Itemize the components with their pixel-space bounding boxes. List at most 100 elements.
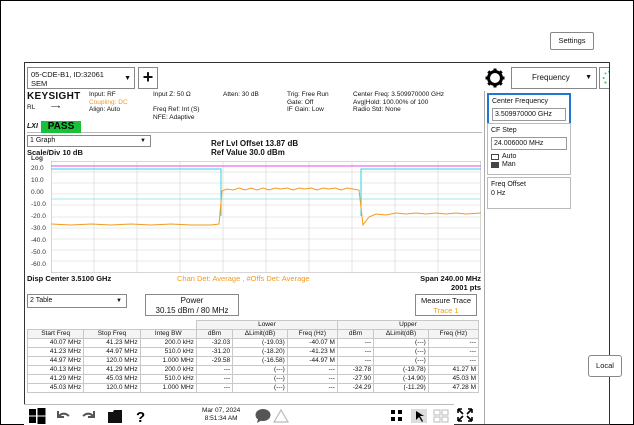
- grid-layout-icon[interactable]: [388, 408, 406, 424]
- message-bubble-icon[interactable]: [254, 408, 272, 424]
- span-label: Span 240.00 MHz 2001 pts: [415, 274, 481, 292]
- center-frequency-input[interactable]: 3.509970000 GHz: [492, 108, 566, 121]
- measure-trace-value: Trace 1: [433, 306, 459, 315]
- column-header: dBm: [336, 329, 375, 339]
- cf-step-softkey[interactable]: CF Step 24.006000 MHz Auto Man: [487, 123, 571, 175]
- add-screen-button[interactable]: +: [138, 67, 158, 89]
- table-cell: (-11.29): [373, 383, 429, 393]
- y-tick: -60.0: [31, 261, 46, 268]
- column-header: Freq (Hz): [427, 329, 480, 339]
- table-cell: ---: [427, 347, 480, 357]
- table-cell: ---: [336, 356, 375, 366]
- table-cell: 120.0 MHz: [83, 383, 141, 393]
- table-cell: 1.000 MHz: [139, 383, 197, 393]
- lower-group-header: Lower: [195, 320, 338, 330]
- table-cell: -24.29: [336, 383, 375, 393]
- dropdown-arrow-icon: ▼: [585, 74, 592, 81]
- power-label: Power: [180, 296, 204, 305]
- table-cell: 40.07 MHz: [26, 338, 85, 348]
- svg-text:?: ?: [136, 409, 145, 424]
- date-label: Mar 07, 2024: [202, 407, 241, 414]
- measure-menu-select[interactable]: Frequency ▼: [511, 67, 597, 89]
- table-cell: ---: [195, 365, 234, 375]
- touch-select-icon[interactable]: [410, 408, 428, 424]
- ref-value-label: Ref Value 30.0 dBm: [211, 148, 285, 157]
- table-cell: ---: [195, 374, 234, 384]
- ref-offset-label: Ref Lvl Offset 13.87 dB: [211, 139, 299, 148]
- auto-man-toggle[interactable]: Auto Man: [491, 153, 567, 169]
- measure-trace-button[interactable]: Measure Trace Trace 1: [415, 294, 477, 316]
- local-button[interactable]: Local: [588, 355, 622, 377]
- table-row[interactable]: 40.07 MHz 41.23 MHz 200.0 kHz -32.03 (-19.03…: [26, 338, 480, 348]
- span-value: Span 240.00 MHz: [420, 274, 481, 283]
- auto-label: Auto: [502, 153, 517, 160]
- table-cell: -31.20: [195, 347, 234, 357]
- input-z-status: Input Z: 50 Ω: [153, 91, 191, 98]
- table-cell: 510.0 kHz: [139, 347, 197, 357]
- trig-status: Trig: Free Run: [287, 91, 329, 98]
- gear-icon[interactable]: [484, 67, 506, 89]
- table-cell: ---: [427, 356, 480, 366]
- table-cell: ---: [336, 347, 375, 357]
- sem-results-table: Lower Upper Start Freq Stop Freq Integ BW d…: [26, 320, 480, 393]
- column-header: Integ BW: [139, 329, 197, 339]
- lxi-icon: LXI: [27, 123, 38, 130]
- if-gain-status: IF Gain: Low: [287, 106, 324, 113]
- table-cell: 45.03 M: [427, 374, 480, 384]
- power-value: 30.15 dBm / 80 MHz: [155, 306, 229, 315]
- column-header: ΔLimit(dB): [373, 329, 429, 339]
- table-row[interactable]: 40.13 MHz 41.29 MHz 200.0 kHz --- (---) --- -3…: [26, 365, 480, 375]
- table-cell: (-14.90): [373, 374, 429, 384]
- table-row[interactable]: 44.97 MHz 120.0 MHz 1.000 MHz -29.58 (-16.58…: [26, 356, 480, 366]
- dropdown-arrow-icon: ▼: [116, 298, 122, 304]
- nfe-status: NFE: Adaptive: [153, 113, 195, 121]
- cf-step-input[interactable]: 24.006000 MHz: [491, 137, 567, 150]
- table-cell: (---): [232, 383, 288, 393]
- table-cell: 41.23 MHz: [83, 338, 141, 348]
- spectrum-plot[interactable]: [51, 161, 481, 273]
- instrument-selector[interactable]: 05-CDE-B1, ID:32061 SEM ▼: [27, 67, 135, 89]
- avg-hold-status: Avg|Hold: 100.00% of 100: [353, 98, 429, 106]
- redo-icon[interactable]: [80, 408, 98, 424]
- y-tick: -20.0: [31, 213, 46, 220]
- table-cell: 200.0 kHz: [139, 338, 197, 348]
- windows-start-icon[interactable]: [28, 408, 46, 424]
- y-tick: 10.0: [31, 177, 44, 184]
- y-tick: -50.0: [31, 249, 46, 256]
- warning-triangle-icon[interactable]: [272, 408, 290, 424]
- settings-button[interactable]: Settings: [550, 32, 594, 50]
- man-label: Man: [502, 161, 516, 168]
- input-arrow-icon: ⟶: [50, 104, 61, 111]
- table-cell: 120.0 MHz: [83, 356, 141, 366]
- table-selector-label: 2 Table: [30, 297, 53, 304]
- table-cell: -32.03: [195, 338, 234, 348]
- table-selector[interactable]: 2 Table ▼: [27, 294, 127, 308]
- window-tile-icon[interactable]: [432, 408, 450, 424]
- undo-icon[interactable]: [54, 408, 72, 424]
- fullscreen-icon[interactable]: [456, 407, 474, 423]
- table-cell: (---): [373, 347, 429, 357]
- disp-center-label: Disp Center 3.5100 GHz: [27, 274, 112, 283]
- table-cell: -32.78: [336, 365, 375, 375]
- gate-status: Gate: Off: [287, 98, 314, 106]
- dropdown-arrow-icon: ▼: [124, 75, 131, 82]
- table-cell: ---: [286, 374, 338, 384]
- y-tick: 20.0: [31, 165, 44, 172]
- freq-ref-status: Freq Ref: Int (S): [153, 106, 200, 113]
- softkey-panel: Center Frequency 3.509970000 GHz CF Step…: [484, 91, 571, 424]
- table-cell: ---: [195, 383, 234, 393]
- help-icon[interactable]: ?: [132, 408, 150, 424]
- column-header: Freq (Hz): [286, 329, 338, 339]
- table-cell: (---): [373, 356, 429, 366]
- center-frequency-softkey[interactable]: Center Frequency 3.509970000 GHz: [487, 93, 571, 125]
- table-row[interactable]: 41.29 MHz 45.03 MHz 510.0 kHz --- (---) --- -2…: [26, 374, 480, 384]
- file-folder-icon[interactable]: [106, 408, 124, 424]
- graph-selector[interactable]: 1 Graph ▼: [27, 135, 151, 147]
- freq-offset-softkey[interactable]: Freq Offset 0 Hz: [487, 177, 571, 209]
- taskbar: ? Mar 07, 2024 8:51:34 AM: [24, 404, 454, 425]
- measure-menu-label: Frequency: [532, 73, 570, 82]
- status-header: KEYSIGHT RL ⟶ Input: RF Coupling: DC Ali…: [27, 91, 482, 133]
- table-row[interactable]: 41.23 MHz 44.97 MHz 510.0 kHz -31.20 (-18.20…: [26, 347, 480, 357]
- table-cell: 200.0 kHz: [139, 365, 197, 375]
- table-row[interactable]: 45.03 MHz 120.0 MHz 1.000 MHz --- (---) --- -2…: [26, 383, 480, 393]
